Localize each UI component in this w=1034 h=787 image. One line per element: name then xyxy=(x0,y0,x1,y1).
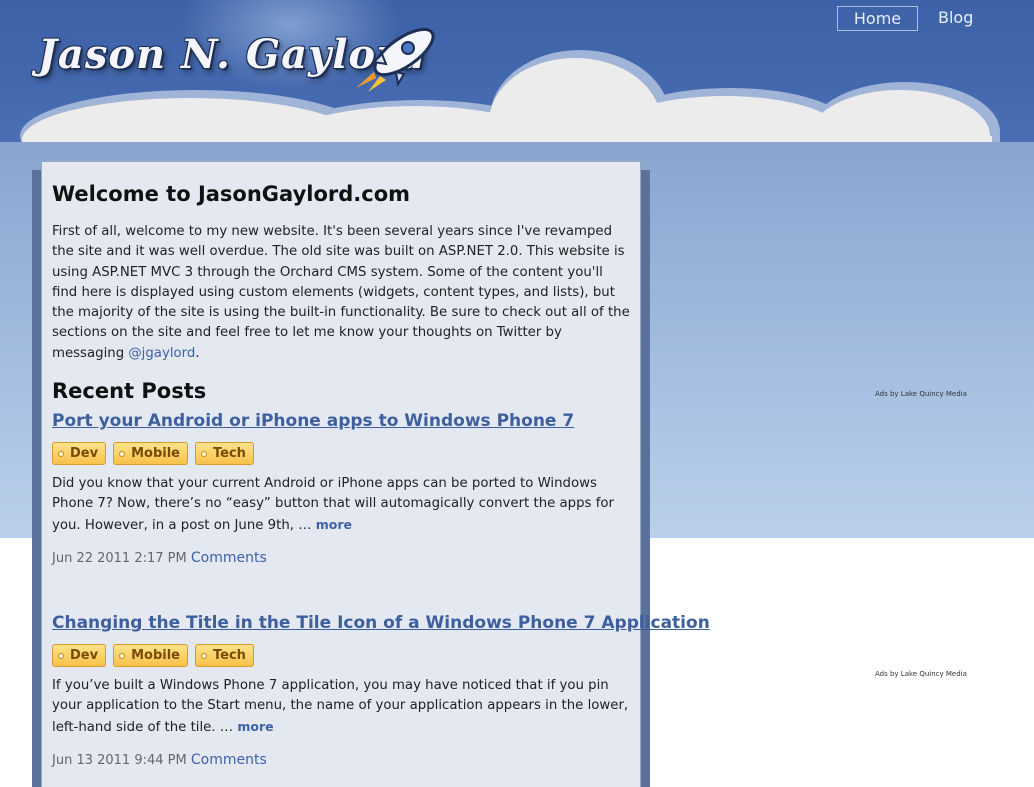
main-content-panel: Welcome to JasonGaylord.com First of all… xyxy=(41,161,710,787)
post-meta: Jun 22 2011 2:17 PM Comments xyxy=(52,549,630,568)
rocket-icon xyxy=(356,27,435,92)
nav-home[interactable]: Home xyxy=(837,6,918,31)
post-excerpt: If you’ve built a Windows Phone 7 applic… xyxy=(52,676,630,738)
main-nav: Home Blog xyxy=(837,6,973,31)
tag-tech[interactable]: Tech xyxy=(195,442,254,466)
tag-icon xyxy=(201,451,207,458)
post-item: Changing the Title in the Tile Icon of a… xyxy=(52,610,710,770)
site-header: Jason N. Gaylord Home Blog xyxy=(0,0,1034,142)
post-title-link[interactable]: Port your Android or iPhone apps to Wind… xyxy=(52,408,630,434)
tag-dev[interactable]: Dev xyxy=(52,643,107,667)
tag-icon xyxy=(119,652,126,659)
post-date: Jun 13 2011 9:44 PM xyxy=(52,752,187,768)
tag-label: Mobile xyxy=(131,446,180,462)
post-date: Jun 22 2011 2:17 PM xyxy=(52,550,187,566)
tag-label: Dev xyxy=(70,446,99,462)
tag-label: Dev xyxy=(70,647,99,663)
twitter-link[interactable]: @jgaylord xyxy=(128,346,195,361)
tag-mobile[interactable]: Mobile xyxy=(113,643,188,667)
tag-label: Mobile xyxy=(131,647,180,663)
tag-mobile[interactable]: Mobile xyxy=(113,442,188,466)
nav-blog[interactable]: Blog xyxy=(938,6,973,31)
welcome-title: Welcome to JasonGaylord.com xyxy=(52,182,411,206)
more-link[interactable]: more xyxy=(316,517,352,532)
tag-label: Tech xyxy=(213,647,246,663)
post-item: Port your Android or iPhone apps to Wind… xyxy=(52,408,630,568)
intro-body: First of all, welcome to my new website.… xyxy=(52,224,630,361)
ads-label[interactable]: Ads by Lake Quincy Media xyxy=(875,390,967,398)
tag-icon xyxy=(119,451,126,458)
post-excerpt: Did you know that your current Android o… xyxy=(52,474,630,536)
tag-list: Dev Mobile Tech xyxy=(52,643,630,667)
tag-dev[interactable]: Dev xyxy=(52,442,107,466)
tag-label: Tech xyxy=(213,446,246,462)
comments-link[interactable]: Comments xyxy=(191,550,267,566)
ads-label[interactable]: Ads by Lake Quincy Media xyxy=(875,670,967,678)
more-link[interactable]: more xyxy=(237,719,273,734)
post-title-link[interactable]: Changing the Title in the Tile Icon of a… xyxy=(52,610,710,636)
comments-link[interactable]: Comments xyxy=(191,752,267,768)
tag-tech[interactable]: Tech xyxy=(195,643,254,667)
recent-posts-title: Recent Posts xyxy=(52,379,207,404)
tag-icon xyxy=(58,652,64,659)
tag-icon xyxy=(201,652,207,659)
tag-icon xyxy=(58,451,64,458)
tag-list: Dev Mobile Tech xyxy=(52,442,630,466)
intro-text: First of all, welcome to my new website.… xyxy=(52,222,630,364)
post-meta: Jun 13 2011 9:44 PM Comments xyxy=(52,751,630,770)
intro-end: . xyxy=(195,345,200,361)
site-logo[interactable]: Jason N. Gaylord xyxy=(38,22,435,92)
post-excerpt-text: If you’ve built a Windows Phone 7 applic… xyxy=(52,677,629,735)
